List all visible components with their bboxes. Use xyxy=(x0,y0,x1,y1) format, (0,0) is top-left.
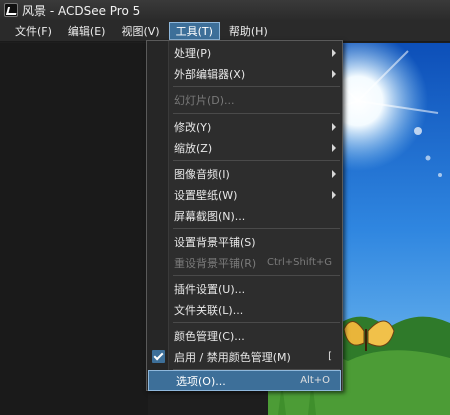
app-icon xyxy=(4,3,18,17)
menu-item-image-audio[interactable]: 图像音频(I) xyxy=(147,163,342,184)
menu-separator xyxy=(173,113,340,114)
submenu-arrow-icon xyxy=(332,123,336,131)
menu-item-external-editor[interactable]: 外部编辑器(X) xyxy=(147,63,342,84)
menu-separator xyxy=(173,228,340,229)
menu-item-reset-background-tile[interactable]: 重设背景平铺(R) Ctrl+Shift+G xyxy=(147,252,342,273)
menu-file[interactable]: 文件(F) xyxy=(8,22,59,40)
menu-item-slideshow[interactable]: 幻灯片(D)... xyxy=(147,89,342,110)
menu-item-color-management[interactable]: 颜色管理(C)... xyxy=(147,325,342,346)
menu-separator xyxy=(173,322,340,323)
menu-separator xyxy=(173,86,340,87)
menu-item-plugin-settings[interactable]: 插件设置(U)... xyxy=(147,278,342,299)
submenu-arrow-icon xyxy=(332,49,336,57)
menu-item-process[interactable]: 处理(P) xyxy=(147,42,342,63)
submenu-arrow-icon xyxy=(332,191,336,199)
menu-separator xyxy=(173,275,340,276)
menu-item-modify[interactable]: 修改(Y) xyxy=(147,116,342,137)
menu-item-screenshot[interactable]: 屏幕截图(N)... xyxy=(147,205,342,226)
menu-item-set-wallpaper[interactable]: 设置壁纸(W) xyxy=(147,184,342,205)
submenu-arrow-icon xyxy=(332,144,336,152)
menu-item-zoom[interactable]: 缩放(Z) xyxy=(147,137,342,158)
workspace-panel xyxy=(0,43,148,415)
window-title: 风景 - ACDSee Pro 5 xyxy=(22,3,141,18)
menu-tools[interactable]: 工具(T) xyxy=(168,21,220,40)
menu-view[interactable]: 视图(V) xyxy=(114,22,166,40)
check-icon xyxy=(152,350,165,363)
menu-item-toggle-color-management[interactable]: 启用 / 禁用颜色管理(M) [ xyxy=(147,346,342,367)
menu-edit[interactable]: 编辑(E) xyxy=(61,22,113,40)
shortcut-text: Alt+O xyxy=(300,375,330,386)
submenu-arrow-icon xyxy=(332,170,336,178)
menu-item-options[interactable]: 选项(O)... Alt+O xyxy=(148,370,341,391)
menu-separator xyxy=(173,160,340,161)
tools-dropdown-menu: 处理(P) 外部编辑器(X) 幻灯片(D)... 修改(Y) 缩放(Z) 图像音… xyxy=(146,40,343,391)
shortcut-text: [ xyxy=(328,351,332,362)
menu-help[interactable]: 帮助(H) xyxy=(222,22,275,40)
menu-item-file-association[interactable]: 文件关联(L)... xyxy=(147,299,342,320)
submenu-arrow-icon xyxy=(332,70,336,78)
menu-bar: 文件(F) 编辑(E) 视图(V) 工具(T) 帮助(H) xyxy=(0,20,450,42)
shortcut-text: Ctrl+Shift+G xyxy=(266,257,332,268)
menu-item-set-background-tile[interactable]: 设置背景平铺(S) xyxy=(147,231,342,252)
title-bar: 风景 - ACDSee Pro 5 xyxy=(0,0,450,20)
